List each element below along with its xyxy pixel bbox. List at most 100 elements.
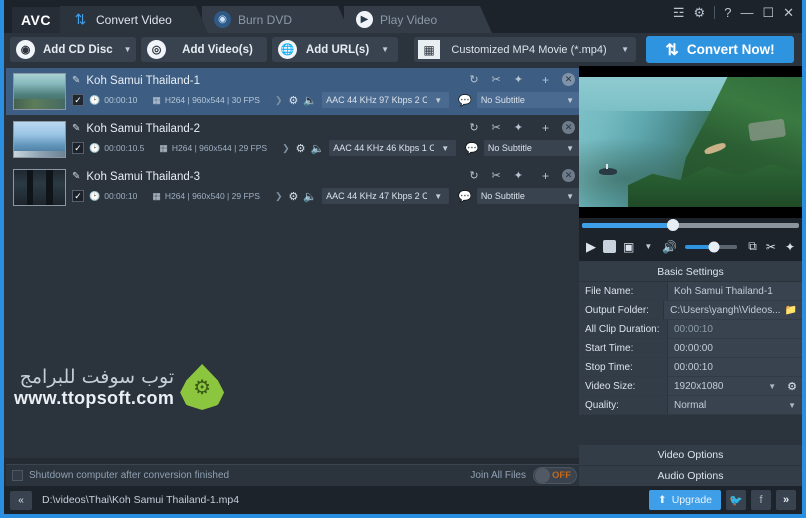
snapshot-icon[interactable]: ▣ (623, 240, 634, 254)
audio-track-value: AAC 44 KHz 46 Kbps 1 CH ... (333, 143, 434, 153)
setting-label: Output Folder: (579, 301, 664, 319)
volume-handle[interactable] (708, 241, 719, 252)
chevron-down-icon[interactable]: ▼ (788, 401, 802, 410)
cut-icon[interactable]: ✂ (492, 121, 501, 134)
volume-icon[interactable]: 🔊 (662, 240, 677, 254)
edit-pencil-icon[interactable]: ✎ (72, 75, 80, 86)
effect-icon[interactable]: ✦ (785, 240, 795, 254)
quality-value[interactable]: Normal ▼ (668, 396, 802, 414)
log-icon[interactable]: ☲ (673, 6, 685, 19)
edit-pencil-icon[interactable]: ✎ (72, 123, 80, 134)
join-files-option: Join All Files OFF (470, 467, 577, 484)
speaker-icon[interactable]: 🔈 (303, 94, 317, 107)
table-row[interactable]: ✎ Koh Samui Thailand-2 ✓ 🕑 00:00:10.5 ▦ … (6, 116, 581, 163)
audio-options-button[interactable]: Audio Options (579, 465, 802, 486)
add-icon[interactable]: + (542, 73, 549, 87)
speaker-icon[interactable]: 🔈 (311, 142, 325, 155)
file-name-value[interactable]: Koh Samui Thailand-1 (668, 282, 802, 300)
chevron-right-icon[interactable]: ❯ (275, 95, 283, 106)
edit-pencil-icon[interactable]: ✎ (72, 171, 80, 182)
snapshot-chevron-down-icon[interactable]: ▼ (641, 242, 655, 251)
duration-meta: 🕑 00:00:10 (89, 95, 137, 106)
row-checkbox[interactable]: ✓ (72, 142, 84, 154)
rotate-icon[interactable]: ↻ (469, 121, 478, 134)
row-checkbox[interactable]: ✓ (72, 94, 84, 106)
effect-icon[interactable]: ✦ (514, 121, 523, 134)
toggle-state-label: OFF (550, 470, 576, 481)
chevron-down-icon[interactable]: ▼ (618, 45, 632, 54)
facebook-icon[interactable]: f (751, 490, 771, 510)
chevron-down-icon[interactable]: ▼ (768, 382, 782, 391)
tab-play-video[interactable]: ▶ Play Video (344, 6, 492, 33)
chevron-right-icon[interactable]: ❯ (282, 143, 290, 154)
chevron-right-icon[interactable]: ❯ (275, 191, 283, 202)
output-folder-value[interactable]: C:\Users\yangh\Videos... 📁 (664, 301, 802, 319)
row-checkbox[interactable]: ✓ (72, 190, 84, 202)
remove-icon[interactable]: ✕ (562, 121, 575, 134)
tab-convert-video[interactable]: ⇅ Convert Video (60, 6, 208, 33)
video-preview[interactable] (579, 66, 802, 218)
chevron-down-icon[interactable]: ▼ (431, 192, 445, 201)
upgrade-button[interactable]: ⬆ Upgrade (649, 490, 721, 510)
effect-icon[interactable]: ✦ (514, 169, 523, 182)
add-icon[interactable]: + (542, 169, 549, 183)
cut-icon[interactable]: ✂ (492, 73, 501, 86)
stop-time-value[interactable]: 00:00:10 (668, 358, 802, 376)
shutdown-option[interactable]: Shutdown computer after conversion finis… (12, 470, 229, 481)
volume-slider[interactable] (685, 245, 737, 249)
output-profile-selector[interactable]: ▦ Customized MP4 Movie (*.mp4) ▼ (414, 37, 636, 62)
audio-track-select[interactable]: AAC 44 KHz 97 Kbps 2 CH ... ▼ (322, 92, 449, 108)
collapse-button[interactable]: « (10, 491, 32, 510)
play-button[interactable]: ▶ (586, 239, 596, 255)
shutdown-checkbox[interactable] (12, 470, 23, 481)
convert-refresh-icon: ⇅ (665, 40, 678, 60)
rotate-icon[interactable]: ↻ (469, 169, 478, 182)
add-icon[interactable]: + (542, 121, 549, 135)
remove-icon[interactable]: ✕ (562, 73, 575, 86)
audio-track-select[interactable]: AAC 44 KHz 47 Kbps 2 CH ... ▼ (322, 188, 449, 204)
more-icon[interactable]: » (776, 490, 796, 510)
film-strip-icon: ▦ (418, 40, 440, 59)
folder-icon[interactable]: 📁 (785, 305, 802, 316)
table-row[interactable]: ✎ Koh Samui Thailand-3 ✓ 🕑 00:00:10 ▦ H2… (6, 164, 581, 211)
playback-progress-slider[interactable] (579, 218, 802, 232)
convert-now-button[interactable]: ⇅ Convert Now! (646, 36, 794, 63)
video-settings-icon[interactable]: ⚙ (289, 94, 299, 107)
rotate-icon[interactable]: ↻ (469, 73, 478, 86)
chevron-down-icon[interactable]: ▼ (438, 144, 452, 153)
quality-text: Normal (674, 400, 784, 411)
chevron-down-icon[interactable]: ▼ (431, 96, 445, 105)
clone-icon[interactable]: ⧉ (748, 239, 757, 254)
video-size-value[interactable]: 1920x1080 ▼ (668, 377, 782, 395)
gear-icon[interactable]: ⚙ (694, 6, 706, 19)
cut-icon[interactable]: ✂ (766, 240, 776, 254)
stop-button[interactable] (603, 240, 616, 253)
add-videos-button[interactable]: ◎ Add Video(s) (141, 37, 267, 62)
video-list[interactable]: ✎ Koh Samui Thailand-1 ✓ 🕑 00:00:10 ▦ H2… (4, 66, 583, 458)
chevron-down-icon[interactable]: ▼ (121, 45, 135, 54)
add-cd-disc-button[interactable]: ◉ Add CD Disc ▼ (10, 37, 136, 62)
start-time-value[interactable]: 00:00:00 (668, 339, 802, 357)
video-settings-icon[interactable]: ⚙ (289, 190, 299, 203)
audio-track-select[interactable]: AAC 44 KHz 46 Kbps 1 CH ... ▼ (329, 140, 456, 156)
add-urls-button[interactable]: 🌐 Add URL(s) ▼ (272, 37, 398, 62)
video-settings-icon[interactable]: ⚙ (296, 142, 306, 155)
join-all-files-toggle[interactable]: OFF (533, 467, 577, 484)
add-videos-label: Add Video(s) (174, 44, 261, 56)
effect-icon[interactable]: ✦ (514, 73, 523, 86)
tab-burn-dvd[interactable]: ◉ Burn DVD (202, 6, 350, 33)
chevron-down-icon[interactable]: ▼ (378, 45, 392, 54)
speaker-icon[interactable]: 🔈 (303, 190, 317, 203)
twitter-icon[interactable]: 🐦 (726, 490, 746, 510)
video-size-text: 1920x1080 (674, 381, 764, 392)
minimize-icon[interactable]: — (740, 6, 753, 19)
remove-icon[interactable]: ✕ (562, 169, 575, 182)
cut-icon[interactable]: ✂ (492, 169, 501, 182)
maximize-icon[interactable]: ☐ (762, 6, 774, 19)
help-icon[interactable]: ? (724, 6, 731, 19)
video-size-gear-icon[interactable]: ⚙ (782, 377, 802, 395)
close-icon[interactable]: ✕ (783, 6, 794, 19)
progress-handle[interactable] (667, 219, 679, 231)
video-options-button[interactable]: Video Options (579, 444, 802, 465)
table-row[interactable]: ✎ Koh Samui Thailand-1 ✓ 🕑 00:00:10 ▦ H2… (6, 68, 581, 115)
